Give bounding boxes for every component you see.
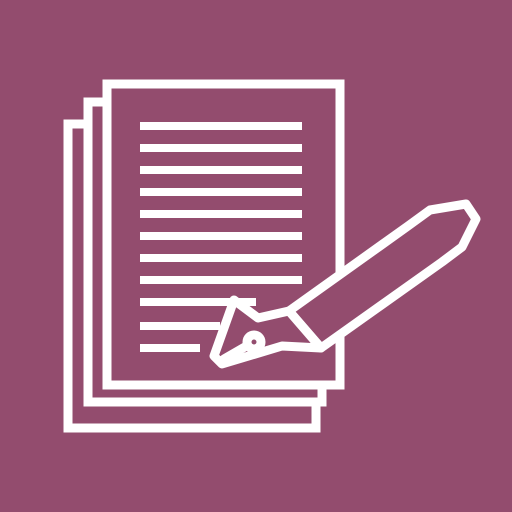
app-icon [0, 0, 512, 512]
document-with-fountain-pen-icon [0, 0, 512, 512]
nib-hole [242, 330, 266, 354]
